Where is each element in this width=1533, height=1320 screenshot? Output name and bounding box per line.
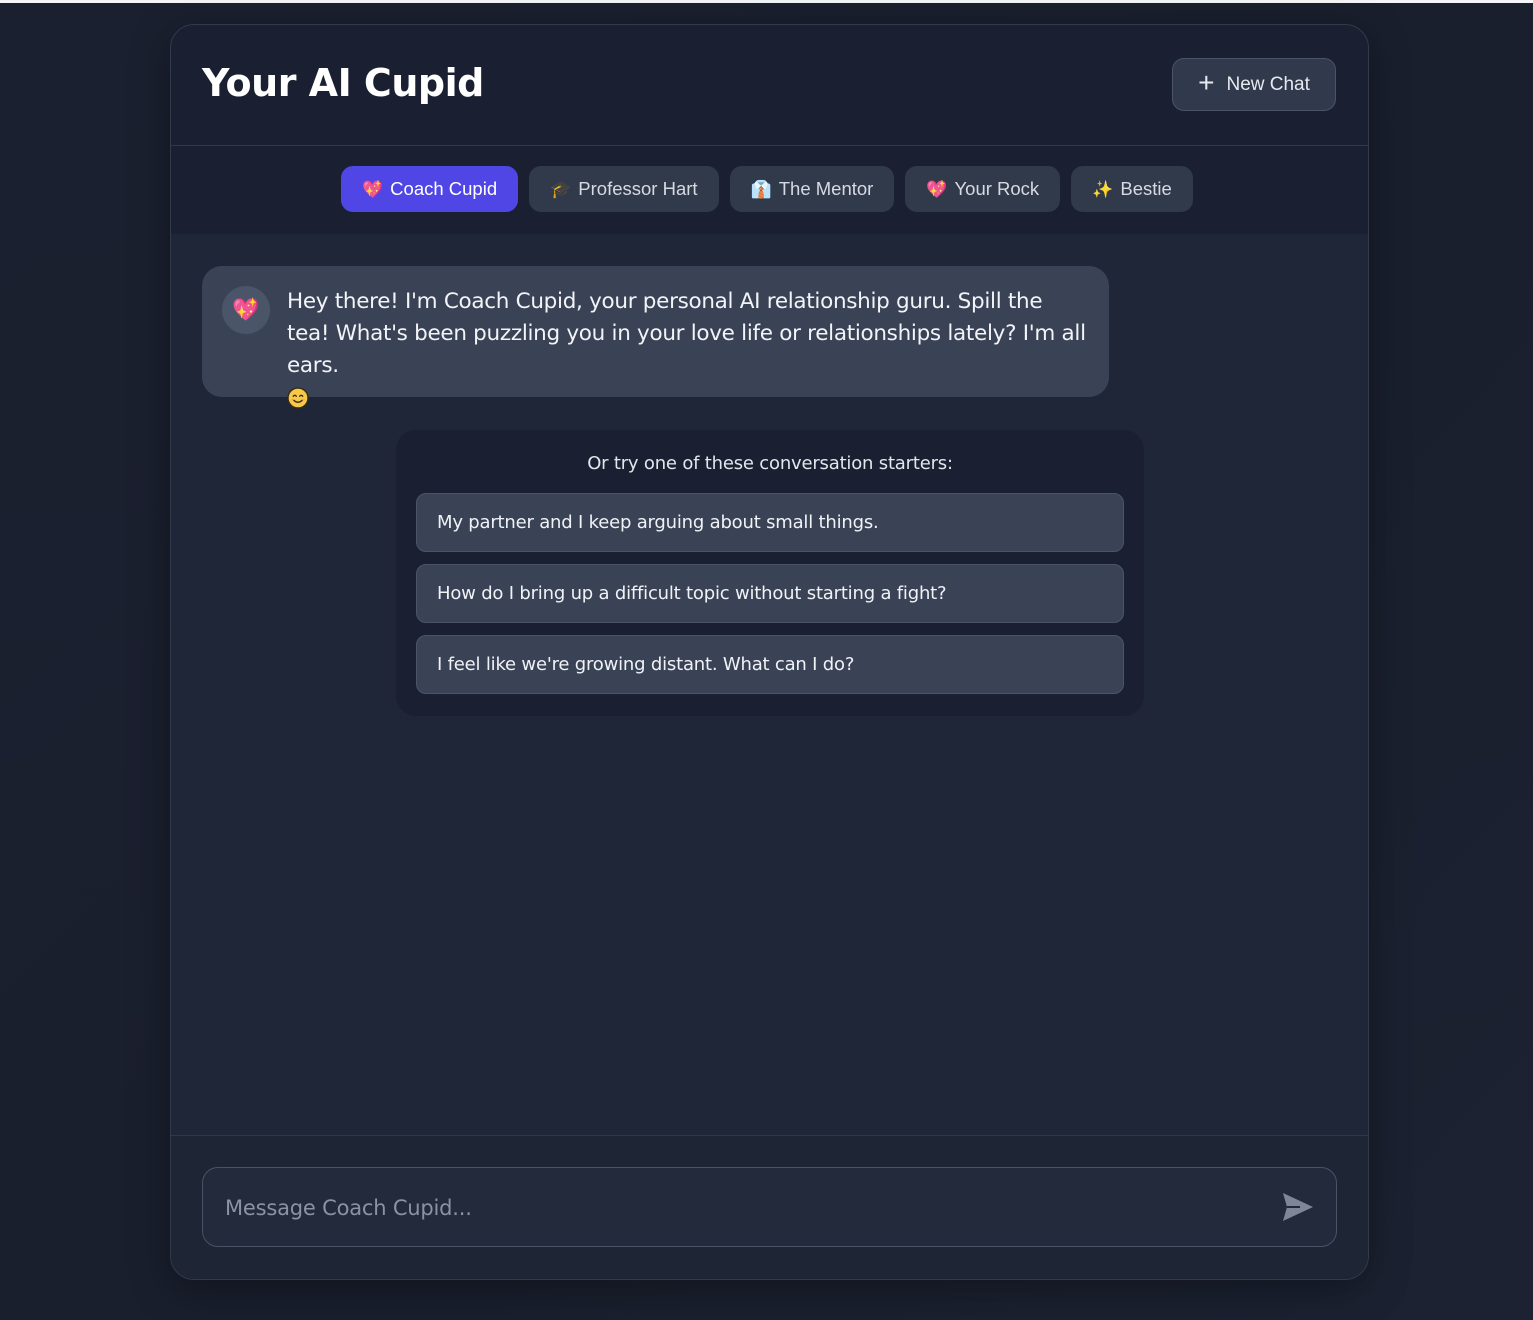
starter-suggestion[interactable]: How do I bring up a difficult topic with…: [416, 564, 1124, 623]
page-title: Your AI Cupid: [202, 61, 484, 105]
conversation-starters: Or try one of these conversation starter…: [396, 430, 1144, 716]
tab-label: Bestie: [1120, 178, 1172, 199]
message-input-box: [202, 1167, 1337, 1248]
tab-professor-hart[interactable]: 🎓 Professor Hart: [529, 166, 719, 212]
bot-message-body: Hey there! I'm Coach Cupid, your persona…: [287, 286, 1087, 409]
tab-bestie[interactable]: ✨ Bestie: [1071, 166, 1193, 212]
composer: [171, 1135, 1368, 1279]
graduation-cap-icon: 🎓: [550, 179, 572, 199]
persona-tabs-bar: 💖 Coach Cupid 🎓 Professor Hart 👔 The Men…: [171, 146, 1368, 234]
tab-label: Professor Hart: [578, 178, 698, 199]
avatar: 💖: [222, 286, 270, 334]
starters-title: Or try one of these conversation starter…: [587, 453, 953, 474]
window-top-strip: [0, 0, 1533, 3]
tab-the-mentor[interactable]: 👔 The Mentor: [729, 166, 895, 212]
header: Your AI Cupid + New Chat: [171, 25, 1368, 146]
smiling-face-icon: [287, 387, 309, 409]
new-chat-label: New Chat: [1226, 73, 1310, 95]
send-icon: [1283, 1193, 1313, 1221]
send-button[interactable]: [1280, 1190, 1316, 1224]
message-input[interactable]: [223, 1168, 1267, 1248]
sparkles-icon: ✨: [1092, 179, 1114, 199]
plus-icon: +: [1198, 67, 1215, 98]
tab-your-rock[interactable]: 💖 Your Rock: [905, 166, 1061, 212]
heart-icon: 💖: [232, 297, 260, 322]
tab-coach-cupid[interactable]: 💖 Coach Cupid: [341, 166, 519, 212]
chat-app: Your AI Cupid + New Chat 💖 Coach Cupid 🎓…: [170, 24, 1369, 1280]
heart-icon: 💖: [362, 179, 384, 199]
persona-tabs: 💖 Coach Cupid 🎓 Professor Hart 👔 The Men…: [341, 166, 1193, 212]
starter-suggestion[interactable]: My partner and I keep arguing about smal…: [416, 493, 1124, 552]
tab-label: Your Rock: [954, 178, 1040, 199]
person-icon: 👔: [750, 179, 772, 199]
heart-icon: 💖: [926, 179, 948, 199]
starter-suggestion[interactable]: I feel like we're growing distant. What …: [416, 635, 1124, 694]
tab-label: Coach Cupid: [390, 178, 498, 199]
tab-label: The Mentor: [778, 178, 874, 199]
bot-message-text: Hey there! I'm Coach Cupid, your persona…: [287, 289, 1086, 378]
bot-message: 💖 Hey there! I'm Coach Cupid, your perso…: [202, 266, 1109, 409]
message-list: 💖 Hey there! I'm Coach Cupid, your perso…: [171, 234, 1368, 1135]
new-chat-button[interactable]: + New Chat: [1172, 58, 1336, 111]
